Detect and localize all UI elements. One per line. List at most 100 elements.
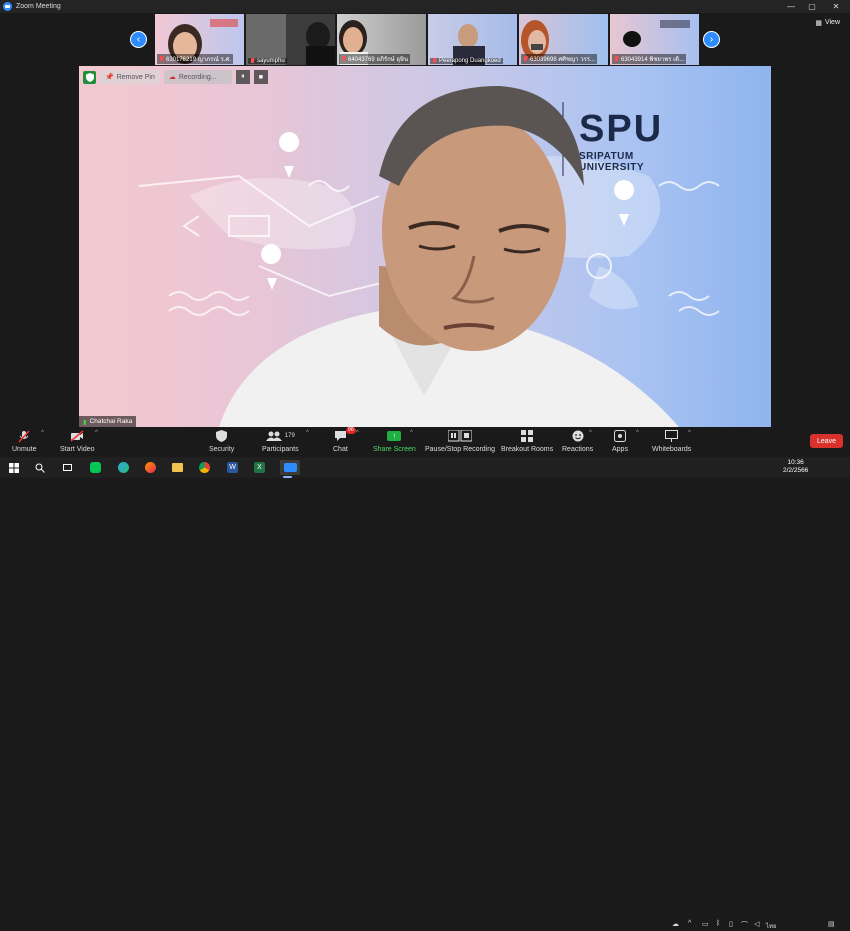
whiteboards-label: Whiteboards: [652, 446, 692, 453]
start-video-button[interactable]: Start Video: [60, 429, 95, 453]
participant-name: Peerapong Duangkoed: [439, 58, 501, 64]
mic-muted-icon: [614, 56, 619, 62]
video-options-caret[interactable]: ^: [95, 430, 98, 436]
mic-muted-icon: [159, 56, 164, 62]
cloud-recording-icon: ☁: [168, 74, 176, 81]
pause-stop-recording-button[interactable]: Pause/Stop Recording: [425, 429, 495, 453]
breakout-rooms-label: Breakout Rooms: [501, 446, 554, 453]
apps-button[interactable]: Apps: [612, 429, 628, 453]
participant-name: 63043914 พิชยาพร เติ...: [621, 57, 685, 63]
battery-icon[interactable]: ▯: [729, 920, 733, 928]
share-screen-label: Share Screen: [373, 446, 416, 453]
recording-indicator: ☁ Recording...: [163, 70, 232, 84]
title-bar: Zoom Meeting — ▢ ✕: [0, 0, 850, 13]
participants-button[interactable]: 179 Participants: [262, 429, 299, 453]
task-view-icon[interactable]: [60, 460, 75, 475]
search-icon[interactable]: [32, 460, 47, 475]
share-options-caret[interactable]: ^: [410, 430, 413, 436]
active-speaker-video[interactable]: SPU SRIPATUM UNIVERSITY: [79, 66, 771, 427]
close-button[interactable]: ✕: [826, 0, 846, 13]
participants-icon: 179: [265, 429, 295, 443]
share-screen-icon: ↑: [387, 431, 402, 441]
apps-icon: [613, 429, 626, 443]
bluetooth-icon[interactable]: ᛒ: [716, 920, 720, 927]
gallery-strip: ‹ 630176219 ญาภรณ์ ร.ศ. sayumphu 6404376…: [0, 13, 850, 66]
recording-label: Recording...: [178, 73, 217, 81]
weather-icon[interactable]: ☁: [672, 920, 679, 928]
stop-recording-button[interactable]: ■: [253, 70, 268, 84]
security-label: Security: [209, 446, 235, 453]
chat-options-caret[interactable]: ^: [356, 430, 359, 436]
participant-name: 630176219 ญาภรณ์ ร.ศ.: [166, 57, 231, 63]
chat-button[interactable]: 96 Chat: [333, 427, 356, 453]
windows-start-icon[interactable]: [6, 460, 21, 475]
participants-label: Participants: [262, 446, 299, 453]
participants-options-caret[interactable]: ^: [306, 430, 309, 436]
windows-taskbar: W X ☁ ^ ▭ ᛒ ▯ ⌒ ◁ ไทย ▤: [0, 457, 850, 930]
unmute-label: Unmute: [12, 446, 37, 453]
word-icon[interactable]: W: [225, 460, 240, 475]
minimize-button[interactable]: —: [781, 0, 801, 13]
taskbar-clock[interactable]: 10:36 2/2/2566: [783, 459, 808, 475]
whiteboard-icon: [665, 429, 679, 443]
participant-name: 63039698 ศศิชญา วรร...: [530, 57, 596, 63]
pause-stop-recording-label: Pause/Stop Recording: [425, 446, 496, 453]
gallery-next-button[interactable]: ›: [703, 31, 720, 48]
mic-muted-icon: [523, 56, 528, 62]
participant-tile[interactable]: 630176219 ญาภรณ์ ร.ศ.: [155, 14, 244, 65]
tray-overflow-icon[interactable]: ^: [688, 920, 691, 927]
chat-unread-badge: 96: [345, 427, 356, 434]
shield-icon: [216, 429, 228, 443]
breakout-rooms-button[interactable]: Breakout Rooms: [501, 429, 553, 453]
notifications-icon[interactable]: ▤: [828, 920, 835, 928]
view-button[interactable]: ▦ View: [811, 17, 844, 28]
signal-strength-icon: ▮: [83, 418, 87, 426]
gallery-prev-button[interactable]: ‹: [130, 31, 147, 48]
participant-tile[interactable]: 63043914 พิชยาพร เติ...: [610, 14, 699, 65]
pin-icon: 📌: [105, 74, 114, 81]
file-explorer-icon[interactable]: [170, 460, 185, 475]
apps-options-caret[interactable]: ^: [636, 430, 639, 436]
mic-muted-icon: [250, 58, 255, 64]
apps-label: Apps: [612, 446, 628, 453]
pause-recording-button[interactable]: ⏸: [235, 70, 250, 84]
participants-count: 179: [284, 433, 295, 439]
unmute-button[interactable]: Unmute: [12, 429, 37, 453]
whiteboards-button[interactable]: Whiteboards: [652, 429, 691, 453]
view-button-label: View: [824, 19, 840, 26]
leave-button[interactable]: Leave: [810, 434, 843, 448]
chrome-icon[interactable]: [197, 460, 212, 475]
line-app-icon[interactable]: [88, 460, 103, 475]
reactions-options-caret[interactable]: ^: [589, 430, 592, 436]
security-button[interactable]: Security: [209, 429, 234, 453]
whiteboards-options-caret[interactable]: ^: [688, 430, 691, 436]
edge-browser-icon[interactable]: [116, 460, 131, 475]
speaker-person: [219, 86, 679, 427]
participant-tile[interactable]: 64043769 อภิรักษ์ อุษิน: [337, 14, 426, 65]
clock-time: 10:36: [787, 459, 804, 466]
zoom-taskbar-icon[interactable]: [280, 460, 300, 478]
zoom-app-icon: [3, 2, 12, 11]
mic-muted-icon: [432, 58, 437, 64]
excel-icon[interactable]: X: [252, 460, 267, 475]
mic-muted-icon: [341, 56, 346, 62]
wifi-icon[interactable]: ⌒: [741, 920, 748, 930]
participant-tile[interactable]: sayumphu: [246, 14, 335, 65]
network-icon[interactable]: ▭: [702, 920, 709, 928]
clock-date: 2/2/2566: [783, 467, 809, 474]
input-language[interactable]: ไทย: [766, 921, 777, 931]
window-title: Zoom Meeting: [16, 3, 61, 10]
volume-icon[interactable]: ◁: [754, 920, 759, 928]
shield-icon: [83, 70, 96, 84]
firefox-icon[interactable]: [143, 460, 158, 475]
participant-tile[interactable]: 63039698 ศศิชญา วรร...: [519, 14, 608, 65]
audio-options-caret[interactable]: ^: [41, 430, 44, 436]
speaker-name-label: ▮ Chatchai Raka: [79, 416, 137, 427]
remove-pin-button[interactable]: 📌 Remove Pin: [100, 70, 160, 84]
participant-name: sayumphu: [257, 58, 285, 64]
reactions-label: Reactions: [562, 446, 594, 453]
maximize-button[interactable]: ▢: [802, 0, 822, 13]
video-off-icon: [70, 429, 84, 443]
smiley-icon: [572, 429, 584, 443]
participant-tile[interactable]: Peerapong Duangkoed: [428, 14, 517, 65]
